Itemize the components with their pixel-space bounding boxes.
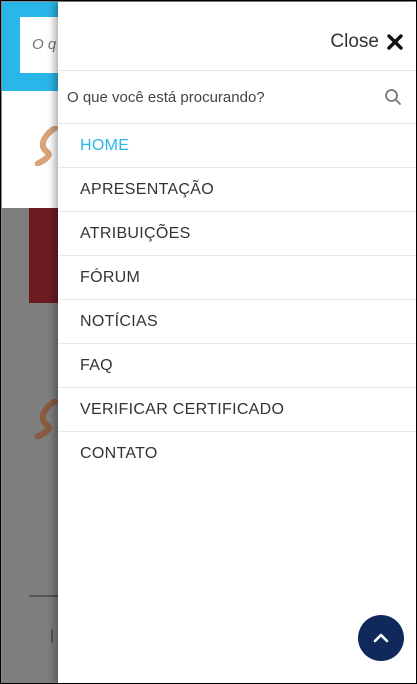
scroll-to-top-button[interactable] (358, 615, 404, 661)
close-icon (387, 34, 403, 50)
background-divider (51, 629, 53, 643)
close-button[interactable]: Close (330, 28, 403, 56)
close-label: Close (330, 31, 379, 52)
app-frame: O q Close HOME APRESENTAÇÃO ATRIBUIÇÕES (0, 0, 417, 684)
menu-item-home[interactable]: HOME (58, 124, 416, 168)
menu-item-faq[interactable]: FAQ (58, 344, 416, 388)
menu-item-verificar-certificado[interactable]: VERIFICAR CERTIFICADO (58, 388, 416, 432)
chevron-up-icon (373, 633, 389, 643)
search-box (59, 70, 416, 124)
menu-item-noticias[interactable]: NOTÍCIAS (58, 300, 416, 344)
menu-item-atribuicoes[interactable]: ATRIBUIÇÕES (58, 212, 416, 256)
main-menu: HOME APRESENTAÇÃO ATRIBUIÇÕES FÓRUM NOTÍ… (58, 124, 416, 476)
menu-item-apresentacao[interactable]: APRESENTAÇÃO (58, 168, 416, 212)
search-icon[interactable] (384, 88, 402, 106)
navigation-drawer: Close HOME APRESENTAÇÃO ATRIBUIÇÕES FÓRU… (58, 2, 416, 683)
menu-item-contato[interactable]: CONTATO (58, 432, 416, 476)
menu-item-forum[interactable]: FÓRUM (58, 256, 416, 300)
search-input[interactable] (59, 87, 384, 107)
